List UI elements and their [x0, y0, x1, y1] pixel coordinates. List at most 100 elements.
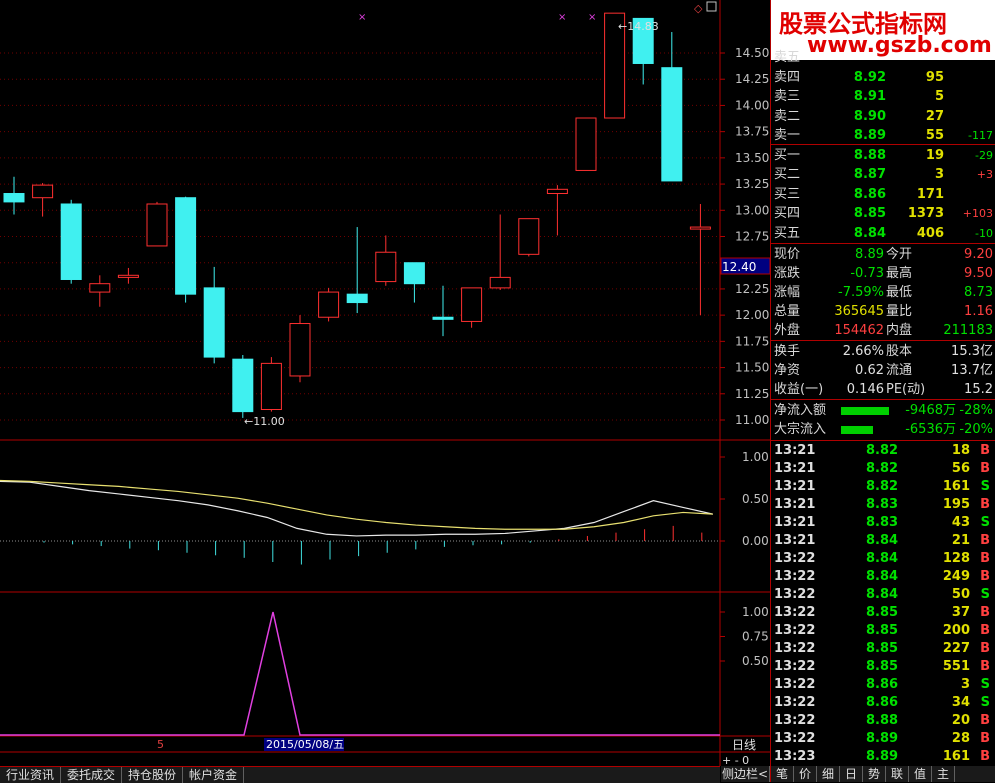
flow-pct: -28%: [959, 403, 993, 418]
tick-time: 13:22: [774, 677, 816, 692]
quote-label: 涨幅: [774, 285, 801, 300]
tab-orders[interactable]: 委托成交: [61, 767, 123, 783]
side-tab[interactable]: 笔: [771, 766, 794, 782]
tick-side: S: [980, 587, 990, 602]
tick-row: 13:22 8.84 128 B: [771, 550, 995, 568]
candle-body: [3, 193, 25, 203]
chart-canvas[interactable]: 14.50 14.25 14.00 13.75 13.50 13.25 13.00 12.75…: [0, 0, 770, 782]
candle-body: [32, 184, 54, 199]
tick-price: 8.84: [866, 569, 899, 584]
quote-value: 1.16: [964, 304, 993, 319]
quote-label: 流通: [886, 363, 913, 378]
order-level-label: 买四: [774, 206, 801, 221]
quote-row: 净资 0.62 流通 13.7亿: [771, 361, 995, 380]
flow-value: -9468万: [905, 403, 956, 418]
tick-row: 13:22 8.85 37 B: [771, 604, 995, 622]
macd-dif-line: [0, 480, 713, 537]
side-tab[interactable]: 值: [909, 766, 932, 782]
tick-price: 8.86: [866, 695, 899, 710]
tick-row: 13:23 8.89 161 B: [771, 748, 995, 766]
tick-volume: 20: [951, 713, 970, 728]
tick-volume: 551: [942, 659, 970, 674]
sidebar-toggle[interactable]: 侧边栏<: [721, 766, 770, 782]
tick-row: 13:22 8.86 3 S: [771, 676, 995, 694]
quote-sidebar: 股票公式指标网 www.gszb.com 卖五 卖四 8.92 95 卖三 8.91 5 卖二…: [721, 0, 995, 782]
tick-price: 8.89: [866, 731, 899, 746]
diamond-icon: ◇: [694, 2, 703, 15]
period-label: 日线: [732, 738, 756, 752]
tick-row: 13:22 8.85 551 B: [771, 658, 995, 676]
tick-side: B: [980, 461, 990, 476]
quote-row: 外盘 154462 内盘 211183: [771, 321, 995, 340]
divider: [771, 243, 995, 244]
side-tab[interactable]: 势: [863, 766, 886, 782]
order-level-label: 卖四: [774, 69, 801, 85]
quote-value: 15.2: [964, 382, 993, 397]
tab-industry-news[interactable]: 行业资讯: [0, 767, 62, 783]
side-tab-bar: 笔价细日势联值主 侧边栏<: [721, 766, 995, 782]
tick-time: 13:22: [774, 623, 816, 638]
candle-body: [60, 203, 82, 280]
macd-tick-label: 0.00: [742, 534, 769, 548]
side-tab[interactable]: 细: [817, 766, 840, 782]
quote-value: 211183: [943, 323, 993, 338]
side-tab[interactable]: 联: [886, 766, 909, 782]
order-volume: 406: [916, 225, 944, 241]
tab-account[interactable]: 帐户资金: [183, 767, 245, 783]
tick-volume: 34: [951, 695, 970, 710]
quote-label: 外盘: [774, 323, 801, 338]
tick-time: 13:22: [774, 605, 816, 620]
tick-time: 13:22: [774, 587, 816, 602]
candle-body: [346, 293, 368, 304]
tick-time: 13:22: [774, 659, 816, 674]
left-marker: 5: [157, 738, 164, 751]
tick-volume: 128: [942, 551, 970, 566]
divider: [771, 440, 995, 441]
side-tab[interactable]: 日: [840, 766, 863, 782]
flow-bar: [841, 426, 873, 434]
tick-row: 13:21 8.82 56 B: [771, 460, 995, 478]
flow-pct: -20%: [959, 422, 993, 437]
tick-time: 13:22: [774, 551, 816, 566]
tick-side: B: [980, 713, 990, 728]
order-change: -29: [975, 148, 993, 162]
flow-value: -6536万: [905, 422, 956, 437]
tick-row: 13:22 8.84 249 B: [771, 568, 995, 586]
kline-chart-area[interactable]: 14.50 14.25 14.00 13.75 13.50 13.25 13.00 12.75…: [0, 0, 770, 782]
quote-label: 最高: [886, 266, 913, 281]
macd-dea-line: [0, 479, 713, 530]
tick-row: 13:21 8.83 43 S: [771, 514, 995, 532]
tick-volume: 56: [951, 461, 970, 476]
price-tick-label: 12.25: [735, 282, 769, 296]
candle-body: [117, 274, 139, 278]
side-tab[interactable]: 主: [932, 766, 955, 782]
tick-price: 8.82: [866, 461, 899, 476]
candle-body: [432, 316, 454, 320]
side-tab[interactable]: 价: [794, 766, 817, 782]
candle-body: [461, 287, 483, 322]
tick-volume: 249: [942, 569, 970, 584]
tick-time: 13:21: [774, 479, 816, 494]
bid-row: 买一 8.88 19 -29: [771, 146, 995, 165]
quote-value: 15.3亿: [951, 344, 993, 359]
price-tick-label: 11.75: [735, 334, 769, 348]
tick-row: 13:21 8.82 161 S: [771, 478, 995, 496]
tick-price: 8.85: [866, 623, 899, 638]
tick-side: B: [980, 623, 990, 638]
tab-positions[interactable]: 持仓股份: [122, 767, 184, 783]
bid-row: 买四 8.85 1373 +103: [771, 204, 995, 223]
tick-time: 13:22: [774, 695, 816, 710]
tick-price: 8.83: [866, 515, 899, 530]
quote-label: 量比: [886, 304, 913, 319]
price-tick-label: 12.75: [735, 230, 769, 244]
tick-time: 13:22: [774, 569, 816, 584]
price-tick-label: 14.25: [735, 72, 769, 86]
candle-body: [232, 358, 254, 413]
ask-row: 卖一 8.89 55 -117: [771, 126, 995, 145]
candle-body: [375, 251, 397, 283]
tick-price: 8.85: [866, 659, 899, 674]
order-volume: 171: [916, 186, 944, 202]
order-price: 8.91: [853, 89, 886, 104]
ask-row: 卖三 8.91 5: [771, 87, 995, 106]
low-marker: ←11.00: [244, 415, 285, 428]
